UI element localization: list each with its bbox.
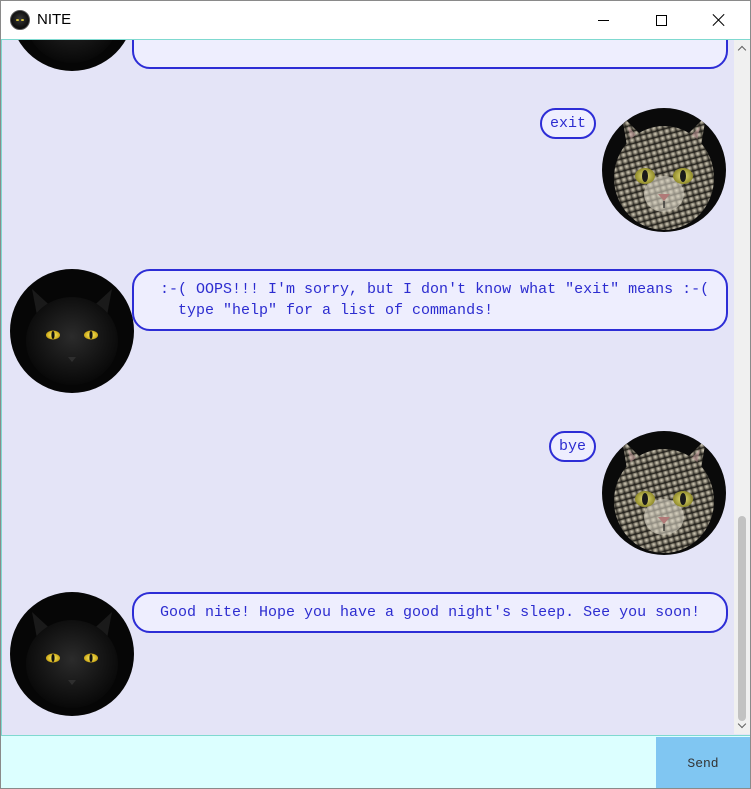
app-window: NITE exit :-( OOPS!!! I'm sorry, but I d… (0, 0, 751, 789)
black-cat-avatar (10, 40, 134, 71)
chevron-down-icon (737, 719, 747, 729)
tabby-cat-avatar (602, 108, 726, 232)
maximize-icon (655, 14, 667, 26)
title-bar[interactable]: NITE (1, 1, 750, 39)
close-button[interactable] (690, 1, 748, 39)
send-button[interactable]: Send (656, 737, 750, 788)
bot-message-bubble (132, 40, 728, 69)
scroll-thumb[interactable] (738, 516, 746, 721)
scroll-down-button[interactable] (734, 718, 750, 734)
black-cat-avatar (10, 592, 134, 716)
tabby-cat-avatar (602, 431, 726, 555)
minimize-button[interactable] (574, 1, 632, 39)
user-message-bubble: exit (539, 108, 596, 139)
input-bar: Send (1, 735, 750, 788)
black-cat-avatar (10, 269, 134, 393)
maximize-button[interactable] (632, 1, 690, 39)
vertical-scrollbar[interactable] (734, 40, 750, 734)
message-input[interactable] (1, 736, 655, 788)
black-cat-icon (10, 10, 30, 30)
bot-message-bubble: Good nite! Hope you have a good night's … (132, 592, 728, 633)
chevron-up-icon (737, 45, 747, 55)
close-icon (712, 13, 726, 27)
user-message-bubble: bye (548, 431, 596, 462)
window-title: NITE (37, 11, 72, 28)
scroll-up-button[interactable] (734, 40, 750, 56)
bot-message-bubble: :-( OOPS!!! I'm sorry, but I don't know … (132, 269, 728, 331)
chat-pane[interactable]: exit :-( OOPS!!! I'm sorry, but I don't … (1, 39, 750, 735)
minimize-icon (597, 19, 609, 21)
